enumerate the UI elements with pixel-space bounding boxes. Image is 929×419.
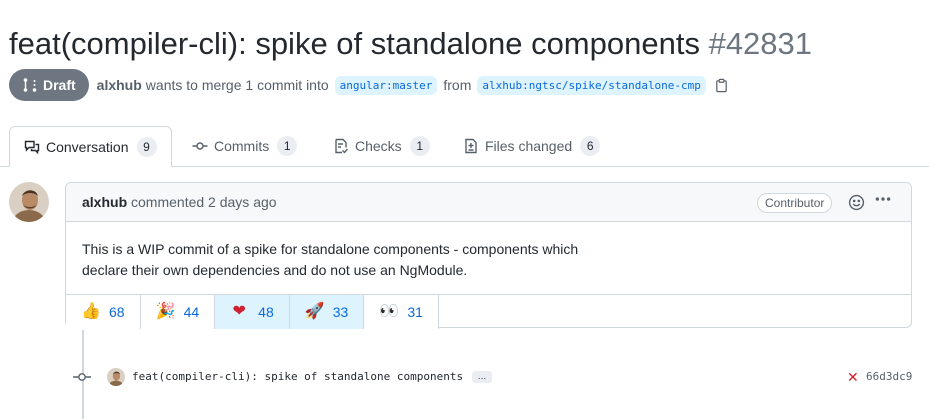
avatar	[9, 182, 49, 222]
reaction-tada[interactable]: 🎉 44	[140, 295, 216, 329]
tab-label: Commits	[214, 138, 270, 154]
tab-counter: 1	[409, 136, 430, 156]
comment-body-line: declare their own dependencies and do no…	[82, 262, 468, 278]
tada-icon: 🎉	[155, 303, 176, 320]
pr-tabs: Conversation 9 Commits 1 Checks 1 Files …	[0, 126, 929, 167]
reaction-heart[interactable]: ❤ 48	[215, 295, 290, 329]
x-icon[interactable]: ✕	[847, 369, 859, 385]
pr-title-row: feat(compiler-cli): spike of standalone …	[9, 24, 812, 64]
tab-counter: 9	[136, 136, 157, 157]
more-options-button[interactable]	[874, 190, 892, 212]
commit-message-link[interactable]: feat(compiler-cli): spike of standalone …	[132, 370, 463, 383]
reaction-count: 68	[109, 304, 125, 320]
tab-conversation[interactable]: Conversation 9	[9, 126, 172, 167]
tab-label: Checks	[355, 138, 402, 154]
heart-icon: ❤	[232, 303, 246, 320]
tab-commits[interactable]: Commits 1	[178, 126, 311, 166]
reaction-count: 31	[407, 304, 423, 320]
git-commit-icon	[72, 370, 92, 389]
comment-meta: alxhub commented 2 days ago	[82, 194, 277, 210]
rocket-icon: 🚀	[304, 303, 325, 320]
reaction-count: 48	[258, 304, 274, 320]
reaction-count: 44	[183, 304, 200, 320]
comment-card: alxhub commented 2 days ago Contributor …	[65, 182, 912, 329]
pr-title: feat(compiler-cli): spike of standalone …	[9, 26, 700, 61]
reaction-count: 33	[332, 304, 349, 320]
contributor-badge: Contributor	[757, 193, 833, 213]
pr-author-link[interactable]: alxhub	[97, 77, 142, 93]
draft-label: Draft	[43, 77, 76, 93]
merge-text: wants to merge 1 commit into	[145, 77, 329, 93]
tab-counter: 6	[580, 136, 601, 156]
commit-row: feat(compiler-cli): spike of standalone …	[0, 366, 929, 388]
pr-number: #42831	[708, 26, 813, 61]
tab-files-changed[interactable]: Files changed 6	[449, 126, 614, 166]
git-pull-request-draft-icon	[23, 78, 37, 92]
comment-author-avatar[interactable]	[9, 182, 49, 222]
draft-status-badge: Draft	[9, 69, 89, 101]
reaction-thumbs-up[interactable]: 👍 68	[66, 295, 141, 329]
thumbs-up-icon: 👍	[81, 303, 101, 320]
add-reaction-button[interactable]	[848, 194, 865, 216]
comment-header: alxhub commented 2 days ago Contributor	[66, 183, 911, 222]
comment-discussion-icon	[24, 140, 40, 154]
reaction-eyes[interactable]: 👀 31	[364, 295, 439, 329]
head-branch[interactable]: alxhub:ngtsc/spike/standalone-cmp	[477, 75, 706, 95]
tab-counter: 1	[277, 136, 298, 156]
commit-sha-link[interactable]: 66d3dc9	[866, 370, 912, 383]
tab-checks[interactable]: Checks 1	[319, 126, 444, 166]
comment-timestamp[interactable]: commented 2 days ago	[131, 194, 277, 210]
kebab-horizontal-icon	[875, 197, 891, 201]
pr-meta: Draft alxhub wants to merge 1 commit int…	[9, 69, 729, 101]
reaction-rocket[interactable]: 🚀 33	[289, 295, 365, 329]
git-commit-icon	[192, 142, 208, 150]
expand-commit-button[interactable]: …	[472, 371, 492, 383]
commit-author-avatar[interactable]	[107, 368, 125, 386]
from-text: from	[443, 77, 472, 93]
base-branch[interactable]: angular:master	[334, 75, 438, 95]
tab-label: Conversation	[46, 138, 129, 155]
copy-icon[interactable]	[714, 78, 729, 93]
comment-author[interactable]: alxhub	[82, 194, 127, 210]
checklist-icon	[335, 138, 349, 154]
comment-body-line: This is a WIP commit of a spike for stan…	[82, 241, 579, 257]
avatar	[107, 368, 125, 386]
tab-label: Files changed	[485, 138, 573, 154]
reactions-bar: 👍 68 🎉 44 ❤ 48 🚀 33 👀 31	[66, 294, 911, 329]
comment-body: This is a WIP commit of a spike for stan…	[82, 239, 782, 281]
smiley-icon	[848, 194, 865, 211]
eyes-icon: 👀	[379, 303, 400, 320]
file-diff-icon	[465, 138, 477, 154]
